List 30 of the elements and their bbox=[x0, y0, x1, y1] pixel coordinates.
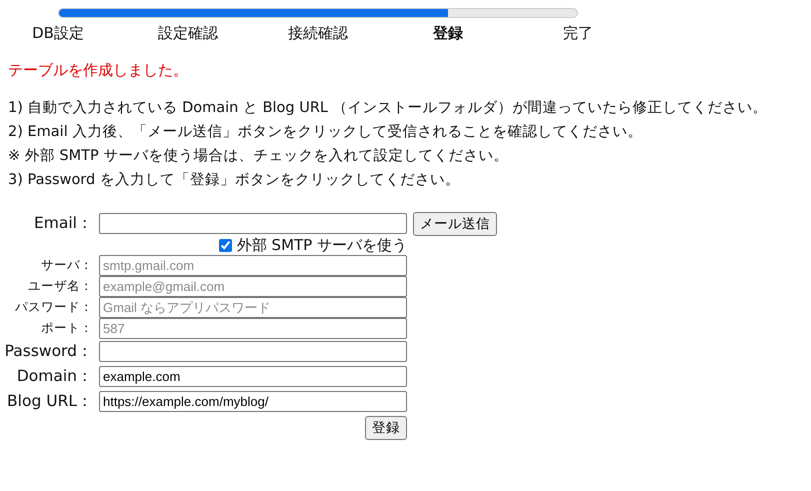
instruction-text: 3) Password を入力して「登録」ボタンをクリックしてください。 bbox=[8, 171, 460, 190]
step-label: 接続確認 bbox=[288, 24, 348, 43]
instruction-text: 2) Email 入力後、「メール送信」ボタンをクリックして受信されることを確認してください。 bbox=[8, 123, 642, 142]
step-label: 設定確認 bbox=[158, 24, 218, 43]
field-label: パスワード： bbox=[15, 299, 93, 316]
input-field[interactable]: https://example.com/myblog/ bbox=[99, 391, 407, 412]
register-button[interactable]: 登録 bbox=[365, 416, 407, 440]
field-label: Domain： bbox=[16, 366, 93, 387]
field-label: Email： bbox=[34, 213, 93, 234]
step-label: 登録 bbox=[433, 24, 463, 43]
smtp-checkbox[interactable] bbox=[218, 239, 232, 252]
send-mail-button[interactable]: メール送信 bbox=[413, 212, 497, 236]
field-label: ユーザ名： bbox=[28, 278, 93, 295]
field-label: ポート： bbox=[41, 320, 93, 337]
input-field[interactable] bbox=[99, 213, 407, 234]
input-field[interactable]: smtp.gmail.com bbox=[99, 255, 407, 276]
status-message: テーブルを作成しました。 bbox=[8, 61, 188, 80]
step-label: 完了 bbox=[563, 24, 593, 43]
instruction-text: 1) 自動で入力されている Domain と Blog URL （インストールフォルダ）が間違っていたら修正してください。 bbox=[8, 99, 768, 118]
field-label: Blog URL： bbox=[7, 391, 93, 412]
input-field[interactable]: example.com bbox=[99, 366, 407, 387]
input-field[interactable] bbox=[99, 341, 407, 362]
instruction-text: ※ 外部 SMTP サーバを使う場合は、チェックを入れて設定してください。 bbox=[8, 146, 508, 166]
field-label: Password： bbox=[4, 341, 93, 362]
step-label: DB設定 bbox=[32, 24, 84, 43]
checkbox-label: 外部 SMTP サーバを使う bbox=[236, 236, 407, 255]
input-field[interactable]: example@gmail.com bbox=[99, 276, 407, 297]
input-field[interactable]: 587 bbox=[99, 318, 407, 339]
field-label: サーバ： bbox=[41, 257, 93, 274]
input-field[interactable]: Gmail ならアプリパスワード bbox=[99, 297, 407, 318]
